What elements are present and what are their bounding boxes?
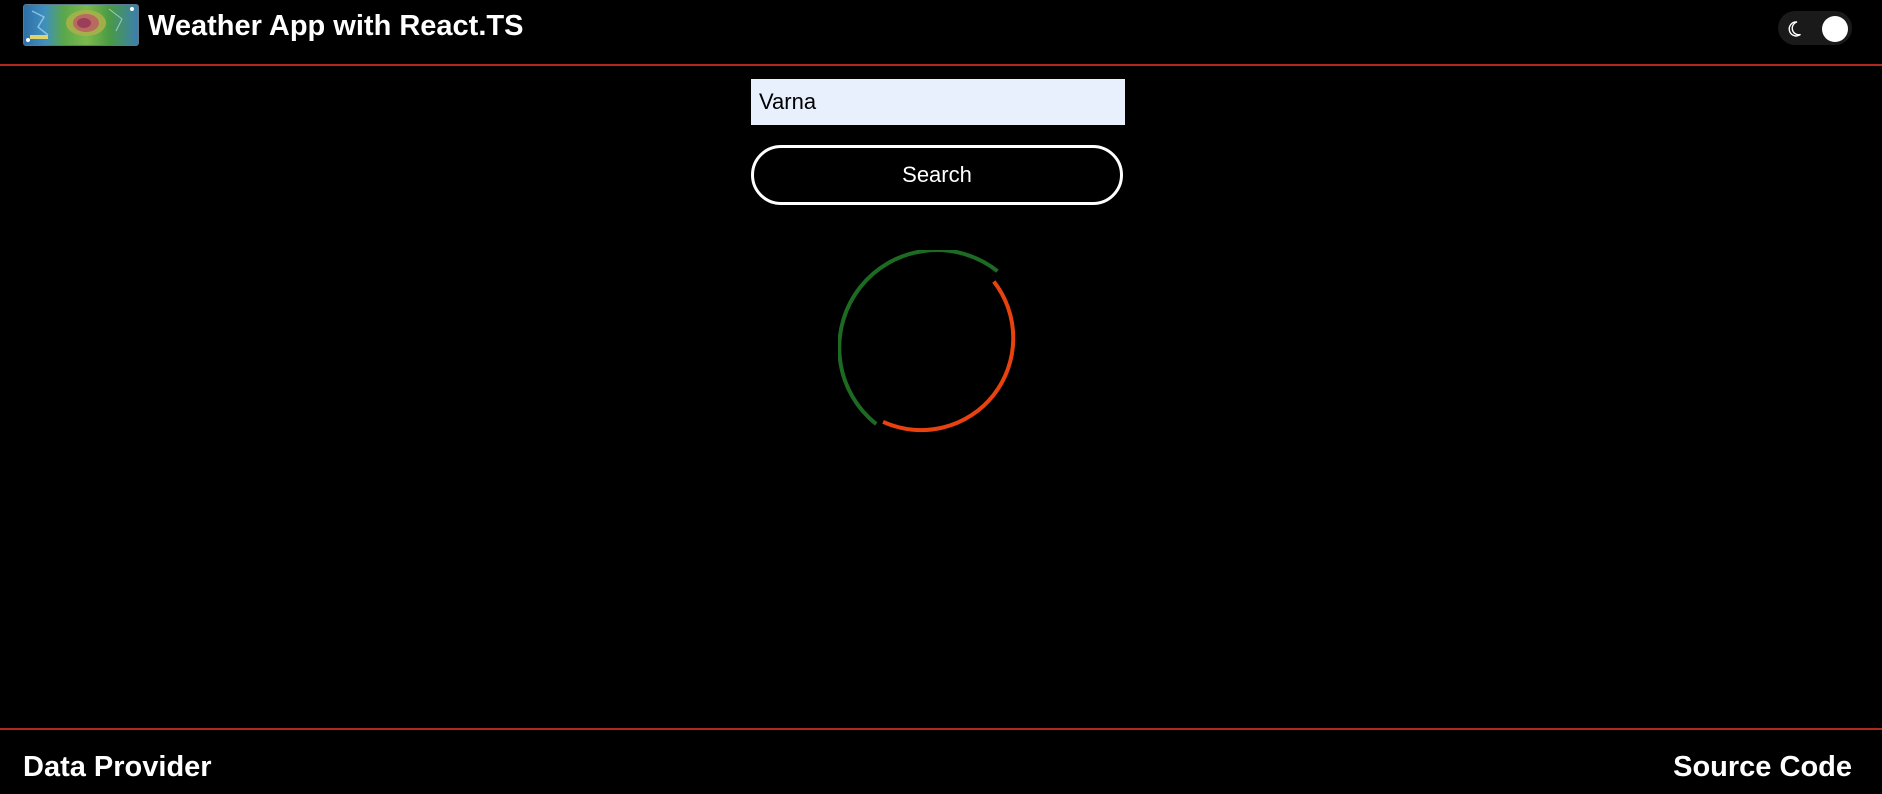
weather-app-page: Weather App with React.TS Search Data Pr… <box>0 0 1882 794</box>
spinner-arc-orange <box>882 280 1016 433</box>
search-button[interactable]: Search <box>751 145 1123 205</box>
loading-spinner-icon <box>838 250 1016 433</box>
app-footer: Data Provider Source Code <box>0 728 1882 794</box>
data-provider-link[interactable]: Data Provider <box>23 750 212 784</box>
moon-icon <box>1788 21 1801 37</box>
source-code-link[interactable]: Source Code <box>1673 750 1852 784</box>
app-header: Weather App with React.TS <box>0 0 1882 66</box>
toggle-knob <box>1822 16 1848 42</box>
theme-toggle[interactable] <box>1778 11 1852 45</box>
city-search-input[interactable] <box>751 79 1125 125</box>
spinner-arc-green <box>838 250 999 426</box>
weather-map-logo <box>23 4 139 46</box>
app-title: Weather App with React.TS <box>148 10 524 42</box>
